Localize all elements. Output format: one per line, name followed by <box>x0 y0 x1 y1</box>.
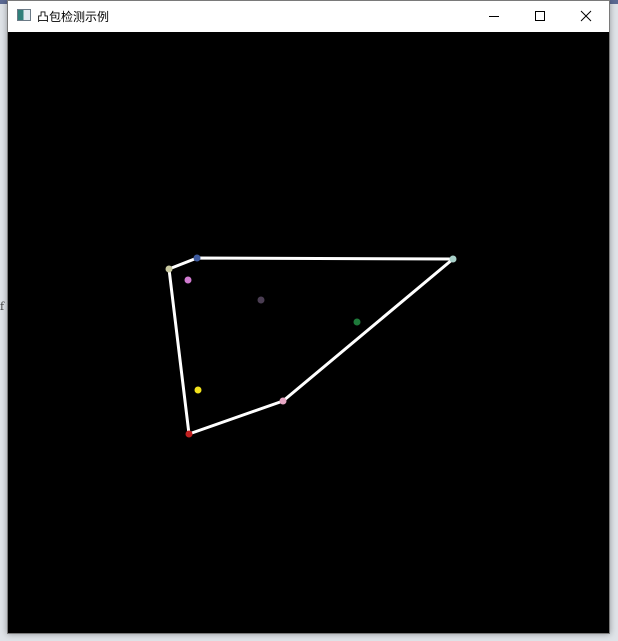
minimize-icon <box>489 16 499 17</box>
point-top-blue <box>193 254 201 262</box>
canvas-background <box>8 32 609 633</box>
title-bar[interactable]: 凸包检测示例 <box>8 1 609 31</box>
close-icon <box>580 10 592 22</box>
window-title: 凸包检测示例 <box>37 10 110 24</box>
point-top-right <box>449 255 457 263</box>
app-icon <box>17 9 31 21</box>
point-mid-pink <box>279 397 287 405</box>
point-inside-yellow <box>194 386 202 394</box>
point-inside-magenta <box>184 276 192 284</box>
maximize-button[interactable] <box>517 1 563 31</box>
point-bottom-red <box>185 430 193 438</box>
app-window: 凸包检测示例 <box>7 0 610 634</box>
point-left-top <box>165 265 173 273</box>
close-button[interactable] <box>563 1 609 31</box>
background-text: f <box>0 300 5 313</box>
point-inside-green <box>353 318 361 326</box>
point-inside-gray <box>257 296 265 304</box>
convex-hull-canvas[interactable] <box>8 32 609 633</box>
minimize-button[interactable] <box>471 1 517 31</box>
maximize-icon <box>535 11 545 21</box>
